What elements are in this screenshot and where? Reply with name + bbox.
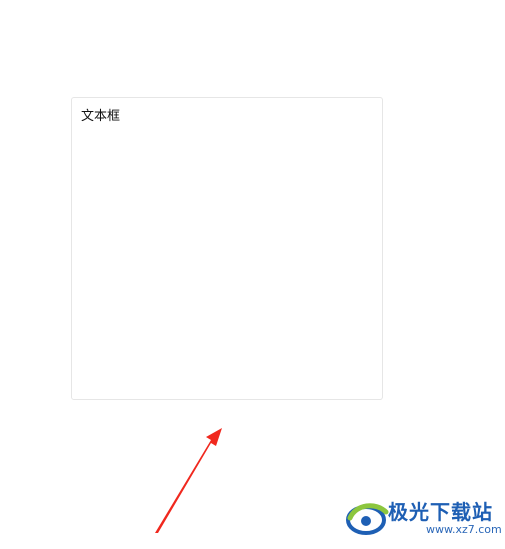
text-box-label: 文本框 xyxy=(81,109,121,124)
aurora-logo-icon xyxy=(346,503,389,535)
watermark-url: www.xz7.com xyxy=(426,523,502,536)
canvas: 文本框 极光下载站 www.xz7.com xyxy=(0,0,505,549)
watermark-name: 极光下载站 xyxy=(388,500,493,524)
text-box[interactable]: 文本框 xyxy=(71,97,383,400)
watermark: 极光下载站 www.xz7.com xyxy=(340,494,502,542)
